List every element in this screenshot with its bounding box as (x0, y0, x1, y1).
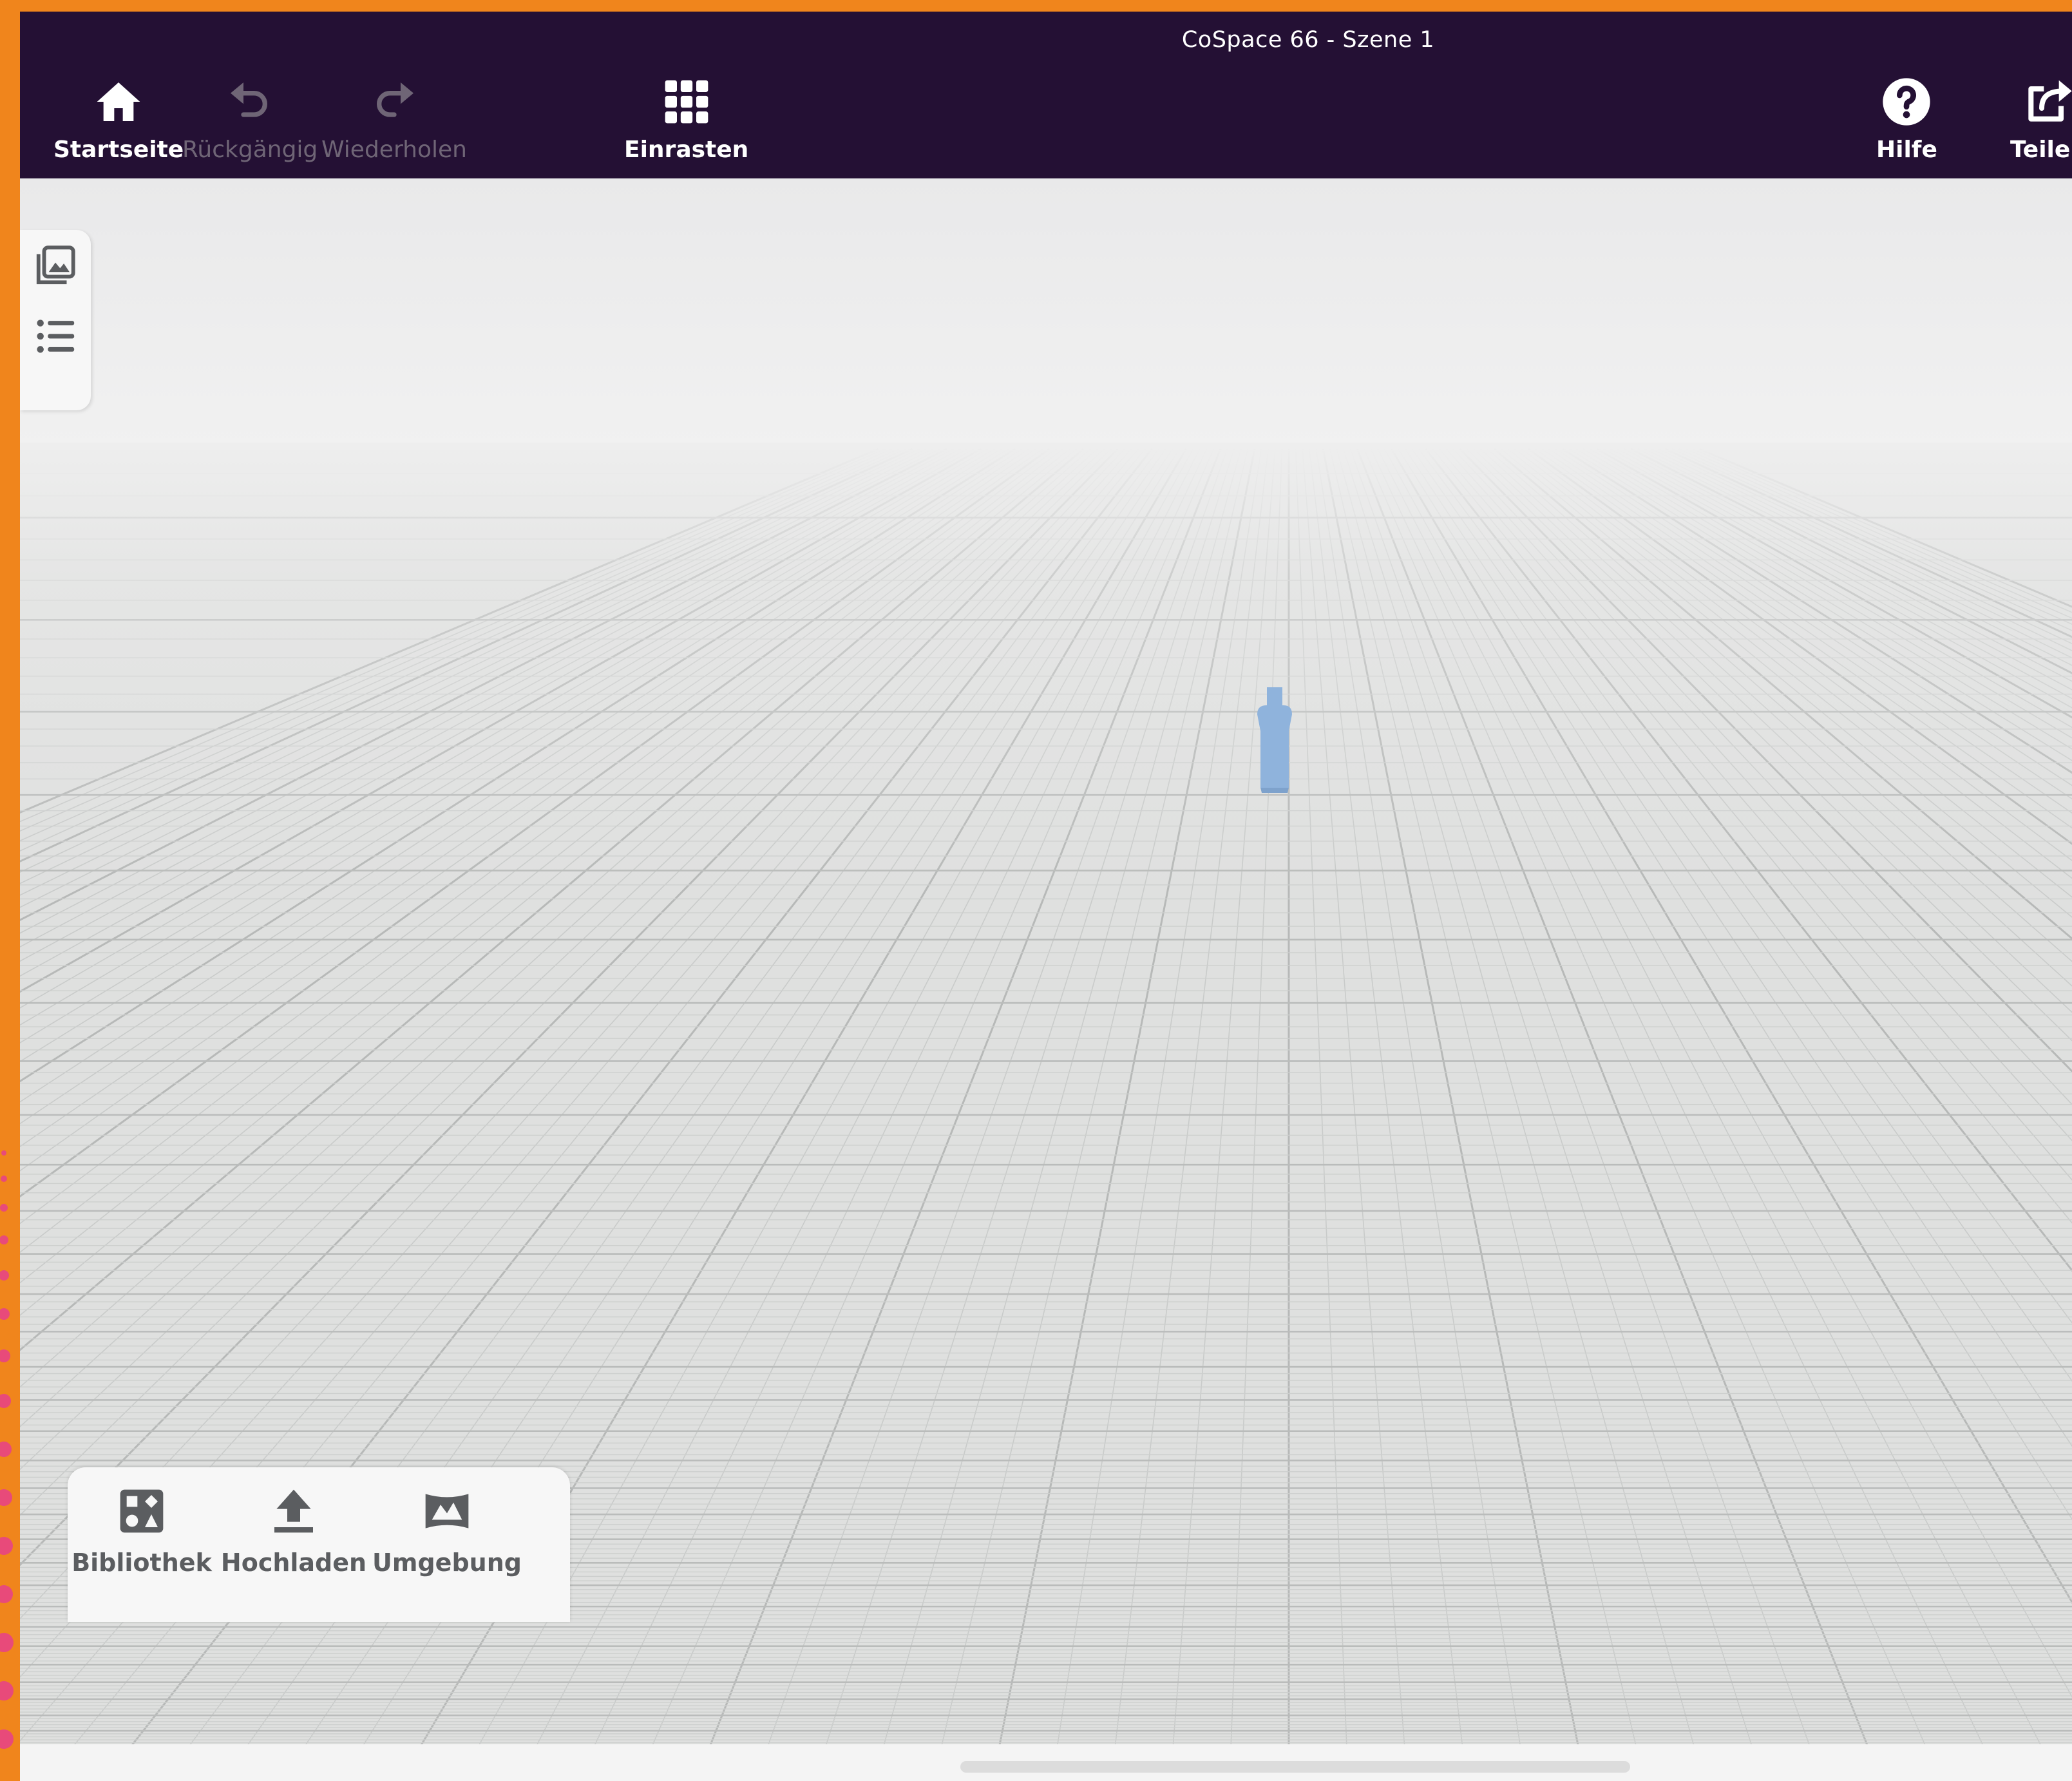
undo-label: Rückgängig (182, 137, 318, 163)
environment-icon (425, 1494, 469, 1529)
environment-label: Umgebung (372, 1548, 522, 1577)
home-indicator (960, 1761, 1630, 1773)
upload-button[interactable]: Hochladen (220, 1485, 368, 1577)
library-icon (120, 1489, 164, 1533)
redo-button[interactable]: Wiederholen (321, 76, 467, 163)
help-icon (1883, 78, 1931, 126)
upload-label: Hochladen (220, 1548, 367, 1577)
top-toolbar: CoSpace 66 - Szene 1 Startseite Rückgäng… (20, 12, 2072, 178)
snap-button[interactable]: Einrasten (624, 76, 748, 163)
outer-frame: CoSpace 66 - Szene 1 Startseite Rückgäng… (0, 0, 2072, 1781)
gallery-icon[interactable] (33, 243, 78, 288)
undo-button[interactable]: Rückgängig (182, 76, 318, 163)
side-panel (20, 230, 91, 410)
horizon-fog (20, 443, 2072, 893)
help-button[interactable]: Hilfe (1876, 76, 1937, 163)
library-button[interactable]: Bibliothek (68, 1485, 216, 1577)
home-label: Startseite (53, 137, 184, 163)
snap-label: Einrasten (624, 137, 749, 163)
cospaces-editor: CoSpace 66 - Szene 1 Startseite Rückgäng… (20, 12, 2072, 1781)
redo-label: Wiederholen (321, 137, 467, 163)
undo-icon (231, 82, 268, 117)
redo-icon (376, 82, 413, 117)
scene-title: CoSpace 66 - Szene 1 (1181, 27, 1435, 53)
home-icon (97, 82, 140, 121)
environment-button[interactable]: Umgebung (372, 1485, 522, 1577)
share-button[interactable]: Teilen (2010, 76, 2072, 163)
upload-icon (274, 1489, 313, 1533)
bottom-panel: Bibliothek Hochladen Umgebung (68, 1467, 570, 1622)
list-icon[interactable] (33, 314, 78, 359)
decorative-dots (0, 1150, 14, 1749)
sky (20, 178, 2072, 449)
library-label: Bibliothek (71, 1548, 212, 1577)
grid-icon (665, 80, 708, 124)
home-button[interactable]: Startseite (53, 76, 184, 163)
help-label: Hilfe (1876, 137, 1937, 163)
share-label: Teilen (2010, 137, 2072, 163)
share-icon (2028, 80, 2072, 122)
